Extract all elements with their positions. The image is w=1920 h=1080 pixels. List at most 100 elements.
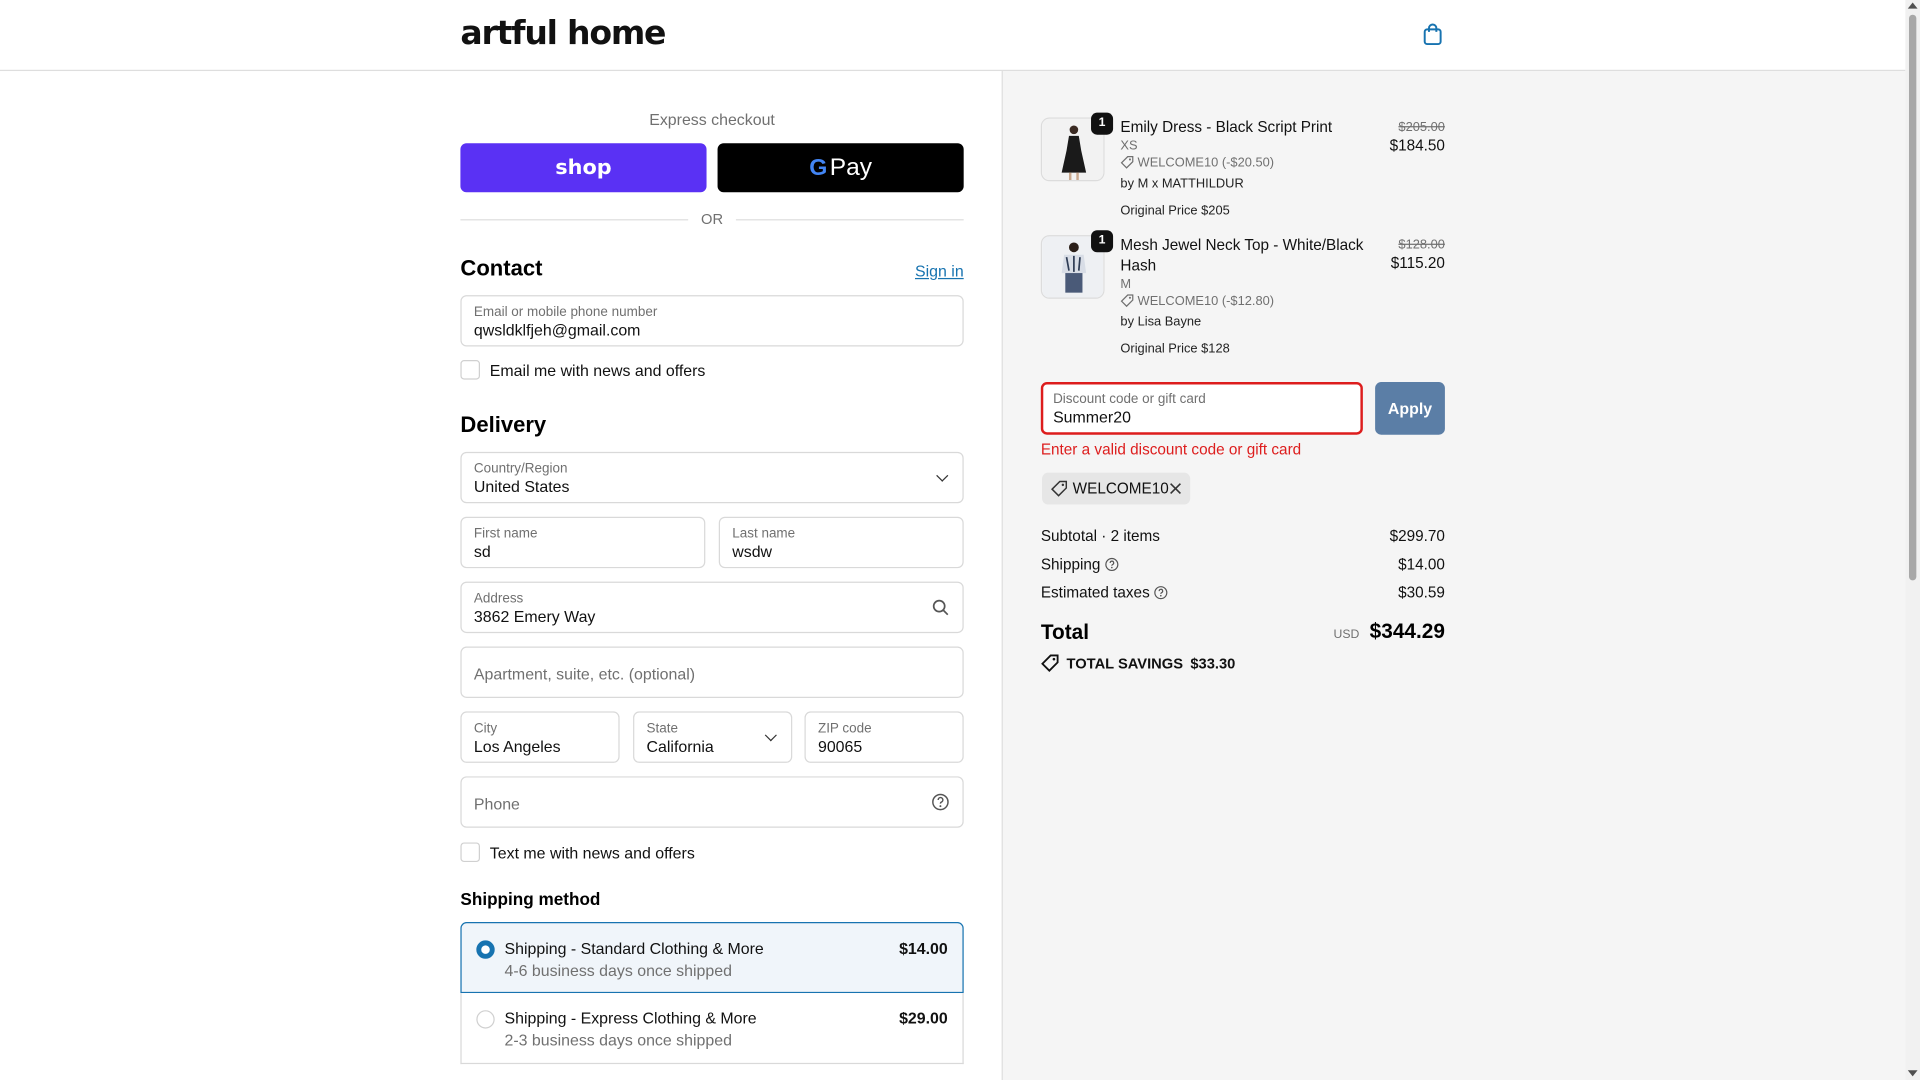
delivery-title: Delivery: [460, 412, 547, 438]
total-savings: TOTAL SAVINGS $33.30: [1041, 654, 1235, 672]
search-icon: [932, 599, 949, 616]
apartment-field[interactable]: Apartment, suite, etc. (optional): [460, 646, 964, 698]
discount-error-message: Enter a valid discount code or gift card: [1040, 440, 1302, 458]
chevron-down-icon: [936, 469, 949, 482]
discount-code-label: Discount code or gift card: [1053, 391, 1206, 407]
address-value: 3862 Emery Way: [473, 607, 596, 626]
text-news-checkbox[interactable]: [460, 842, 481, 863]
shipping-row: Shipping $14.00: [1041, 556, 1445, 576]
shipping-cost-label: Shipping: [1041, 556, 1119, 573]
question-circle-icon[interactable]: [1153, 585, 1168, 600]
phone-field[interactable]: Phone: [460, 776, 964, 828]
item-maker: by Lisa Bayne: [1120, 314, 1202, 330]
item-discount-label: WELCOME10 (-$12.80): [1137, 293, 1275, 309]
state-select[interactable]: State California: [633, 711, 793, 763]
page-scrollbar[interactable]: [1905, 0, 1920, 1080]
item-name: Mesh Jewel Neck Top - White/Black Hash: [1120, 236, 1364, 275]
savings-value: $33.30: [1190, 655, 1236, 673]
item-original-price: Original Price $128: [1120, 341, 1230, 357]
item-variant: M: [1120, 276, 1132, 292]
zip-field[interactable]: ZIP code 90065: [804, 711, 964, 763]
cart-button[interactable]: [1420, 22, 1444, 46]
email-news-checkbox[interactable]: [460, 360, 481, 380]
last-name-value: wsdw: [732, 542, 773, 561]
first-name-field[interactable]: First name sd: [460, 516, 706, 569]
city-field[interactable]: City Los Angeles: [460, 711, 620, 763]
google-g-logo: G: [809, 155, 828, 182]
sign-in-link[interactable]: Sign in: [915, 262, 964, 280]
question-circle-icon[interactable]: [931, 792, 951, 812]
last-name-label: Last name: [732, 526, 796, 542]
text-news-label: Text me with news and offers: [489, 843, 695, 863]
shipping-label-text: Shipping: [1040, 555, 1101, 574]
email-label: Email or mobile phone number: [473, 304, 658, 320]
address-field[interactable]: Address 3862 Emery Way: [460, 581, 964, 634]
taxes-label: Estimated taxes: [1041, 584, 1168, 601]
shopping-bag-icon: [1423, 23, 1442, 46]
google-pay-button[interactable]: G Pay: [717, 143, 964, 193]
or-divider: OR: [460, 210, 964, 231]
email-news-label: Email me with news and offers: [489, 361, 706, 380]
shipping-method-title: Shipping method: [460, 888, 601, 909]
item-price-new: $115.20: [1390, 254, 1445, 272]
shipping-option-name: Shipping - Express Clothing & More: [504, 1008, 757, 1028]
phone-placeholder: Phone: [473, 794, 520, 814]
shipping-option-desc: 2-3 business days once shipped: [504, 1031, 732, 1050]
question-circle-icon[interactable]: [1104, 557, 1119, 572]
zip-label: ZIP code: [817, 721, 872, 736]
email-field[interactable]: Email or mobile phone number qwsldklfjeh…: [460, 295, 964, 347]
tag-icon: [1120, 294, 1134, 308]
scroll-down-arrow-icon[interactable]: [1907, 1070, 1918, 1077]
total-value: $344.29: [1369, 619, 1445, 643]
city-value: Los Angeles: [473, 737, 561, 756]
discount-code-value: Summer20: [1053, 407, 1131, 427]
header: artful home: [0, 0, 1906, 72]
item-variant: XS: [1120, 138, 1138, 154]
radio-selected[interactable]: [476, 940, 495, 959]
shop-pay-button[interactable]: shop: [460, 143, 707, 193]
cart-item: 1 Mesh Jewel Neck Top - White/Black Hash…: [1040, 230, 1445, 357]
cart-item: 1 Emily Dress - Black Script Print XS WE…: [1040, 112, 1445, 221]
taxes-row: Estimated taxes $30.59: [1041, 584, 1445, 604]
or-label: OR: [701, 210, 724, 228]
subtotal-label: Subtotal · 2 items: [1040, 527, 1160, 545]
zip-value: 90065: [817, 737, 863, 756]
address-label: Address: [473, 591, 524, 607]
country-select[interactable]: Country/Region United States: [460, 451, 964, 504]
tag-icon: [1051, 480, 1068, 497]
discount-code-input[interactable]: Discount code or gift card Summer20: [1040, 382, 1363, 435]
apply-button[interactable]: Apply: [1375, 382, 1445, 435]
shipping-value: $14.00: [1398, 555, 1445, 574]
last-name-field[interactable]: Last name wsdw: [718, 516, 964, 569]
shipping-option-standard[interactable]: Shipping - Standard Clothing & More 4-6 …: [460, 922, 964, 994]
item-price-old: $205.00: [1398, 120, 1445, 135]
scroll-up-arrow-icon[interactable]: [1907, 2, 1918, 9]
express-checkout-label: Express checkout: [649, 110, 775, 129]
shipping-option-express[interactable]: Shipping - Express Clothing & More 2-3 b…: [460, 993, 964, 1065]
item-price-old: $128.00: [1398, 237, 1445, 253]
state-label: State: [646, 721, 678, 736]
tag-icon: [1120, 156, 1134, 169]
city-label: City: [473, 721, 498, 736]
item-discount-label: WELCOME10 (-$20.50): [1137, 155, 1275, 171]
item-price-new: $184.50: [1389, 137, 1445, 155]
scrollbar-thumb[interactable]: [1908, 14, 1917, 581]
close-icon[interactable]: [1167, 480, 1184, 497]
taxes-label-text: Estimated taxes: [1040, 584, 1150, 602]
item-original-price: Original Price $205: [1120, 203, 1230, 218]
item-name: Emily Dress - Black Script Print: [1120, 118, 1333, 136]
chevron-down-icon: [764, 729, 777, 742]
country-label: Country/Region: [473, 461, 568, 477]
shipping-option-name: Shipping - Standard Clothing & More: [504, 939, 764, 958]
subtotal-row: Subtotal · 2 items $299.70: [1041, 528, 1445, 548]
item-discount: WELCOME10 (-$20.50): [1120, 155, 1275, 171]
quantity-badge: 1: [1091, 230, 1114, 253]
shipping-option-desc: 4-6 business days once shipped: [504, 961, 732, 980]
first-name-label: First name: [473, 526, 538, 542]
radio-unselected[interactable]: [476, 1010, 495, 1029]
brand-logo[interactable]: artful home: [460, 15, 666, 53]
item-discount: WELCOME10 (-$12.80): [1120, 294, 1274, 309]
quantity-badge: 1: [1091, 112, 1114, 135]
shipping-option-price: $29.00: [899, 1008, 948, 1028]
total-currency: USD: [1333, 628, 1360, 642]
